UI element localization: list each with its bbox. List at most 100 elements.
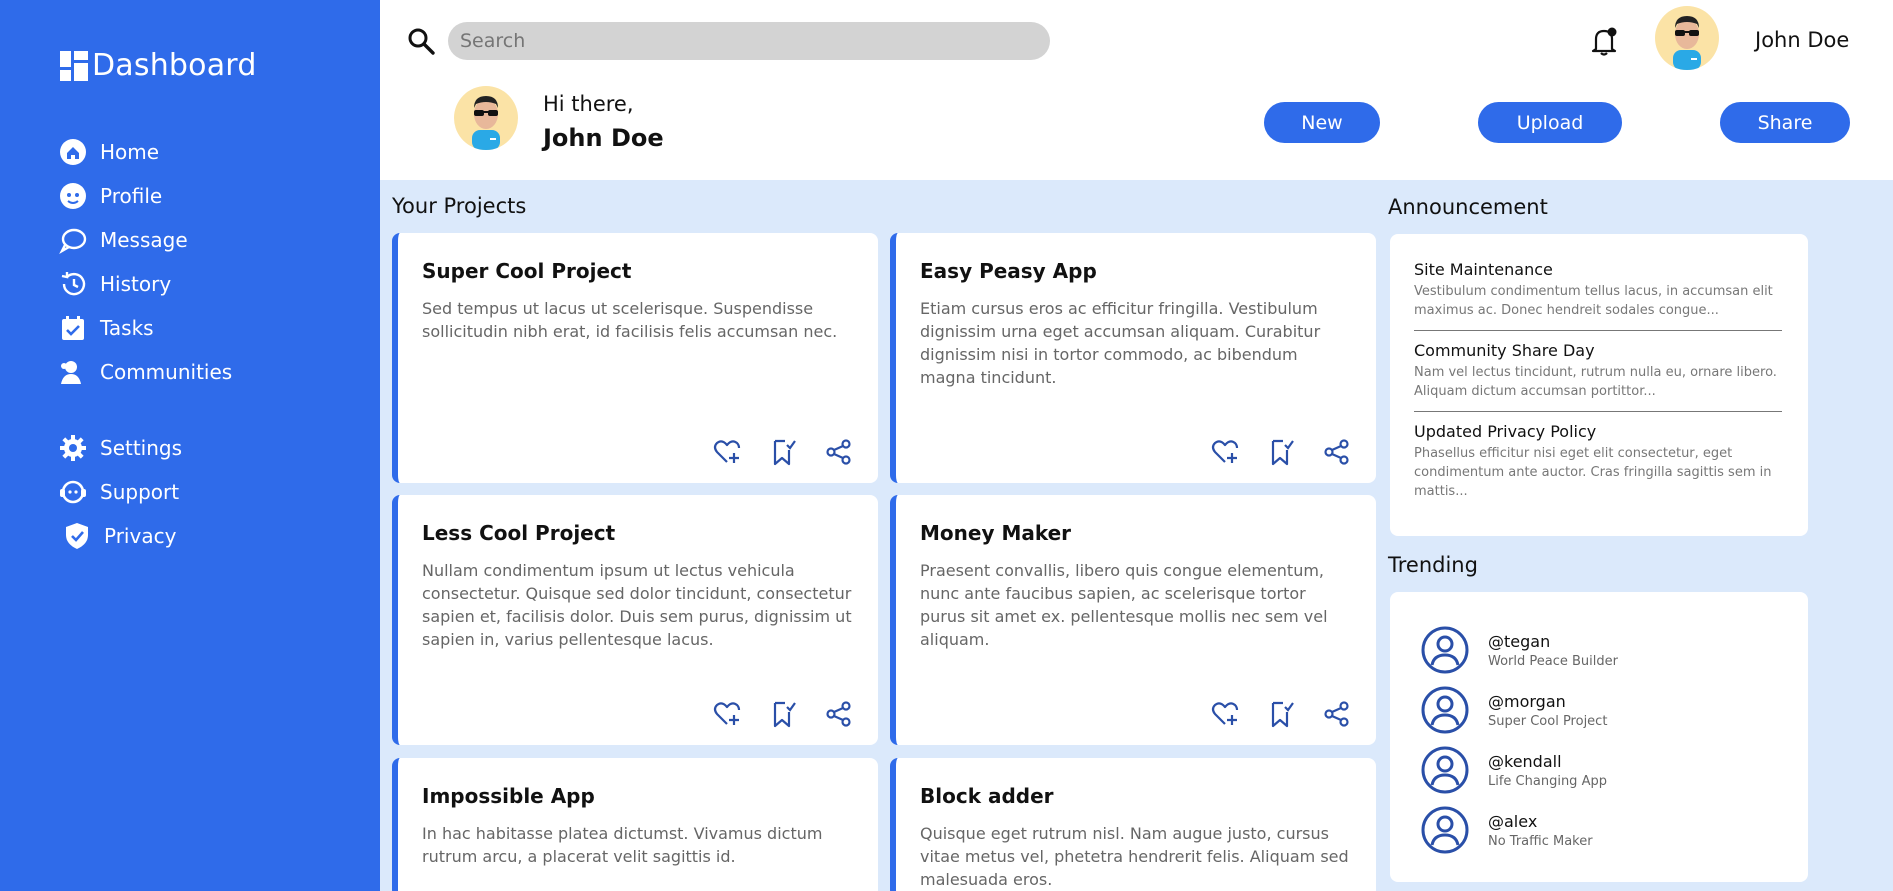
- card-actions: [1210, 699, 1352, 729]
- trending-subtitle: Life Changing App: [1488, 773, 1607, 789]
- sidebar-item-label: Home: [100, 140, 160, 164]
- project-card[interactable]: Easy Peasy App Etiam cursus eros ac effic…: [890, 233, 1376, 483]
- trending-subtitle: No Traffic Maker: [1488, 833, 1593, 849]
- trending-panel: @tegan World Peace Builder @morgan Super C…: [1390, 592, 1808, 882]
- project-title: Block adder: [920, 784, 1054, 808]
- project-card[interactable]: Impossible App In hac habitasse platea di…: [392, 758, 878, 891]
- like-icon[interactable]: [1210, 699, 1240, 729]
- user-circle-icon: [1421, 806, 1469, 854]
- brand[interactable]: Dashboard: [60, 48, 257, 83]
- brand-title: Dashboard: [92, 48, 257, 83]
- sidebar-item-profile[interactable]: Profile: [58, 174, 232, 218]
- project-card[interactable]: Less Cool Project Nullam condimentum ipsu…: [392, 495, 878, 745]
- new-button[interactable]: New: [1264, 102, 1380, 143]
- sidebar-item-tasks[interactable]: Tasks: [58, 306, 232, 350]
- upload-button[interactable]: Upload: [1478, 102, 1622, 143]
- bookmark-icon[interactable]: [768, 437, 798, 467]
- project-title: Less Cool Project: [422, 521, 616, 545]
- trending-subtitle: World Peace Builder: [1488, 653, 1618, 669]
- sidebar-nav-primary: Home Profile Message History Tasks Commu…: [58, 130, 232, 394]
- project-description: Sed tempus ut lacus ut scelerisque. Susp…: [422, 299, 838, 341]
- trending-handle: @morgan: [1488, 691, 1566, 711]
- card-actions: [712, 699, 854, 729]
- trending-user[interactable]: @morgan Super Cool Project: [1420, 680, 1808, 740]
- sidebar: Dashboard Home Profile Message History T…: [0, 0, 380, 891]
- sidebar-item-support[interactable]: Support: [58, 470, 182, 514]
- project-card[interactable]: Block adder Quisque eget rutrum nisl. Nam…: [890, 758, 1376, 891]
- announcement-item[interactable]: Updated Privacy Policy Phasellus efficit…: [1414, 422, 1782, 511]
- support-icon: [58, 477, 88, 507]
- like-icon[interactable]: [712, 437, 742, 467]
- announcement-item-text: Nam vel lectus tincidunt, rutrum nulla e…: [1414, 365, 1777, 399]
- trending-handle: @kendall: [1488, 751, 1562, 771]
- bookmark-icon[interactable]: [1266, 699, 1296, 729]
- greeting-name: John Doe: [543, 124, 664, 152]
- project-card[interactable]: Super Cool Project Sed tempus ut lacus ut…: [392, 233, 878, 483]
- sidebar-item-label: Tasks: [100, 316, 154, 340]
- announcement-item-title: Updated Privacy Policy: [1414, 422, 1597, 441]
- shield-icon: [62, 521, 92, 551]
- bookmark-icon[interactable]: [1266, 437, 1296, 467]
- trending-user[interactable]: @kendall Life Changing App: [1420, 740, 1808, 800]
- project-title: Impossible App: [422, 784, 595, 808]
- profile-icon: [58, 181, 88, 211]
- sidebar-item-label: History: [100, 272, 172, 296]
- trending-user[interactable]: @alex No Traffic Maker: [1420, 800, 1808, 860]
- avatar-image: [1673, 16, 1701, 70]
- announcement-item-text: Phasellus efficitur nisi eget elit conse…: [1414, 446, 1772, 499]
- avatar-image: [472, 96, 500, 150]
- like-icon[interactable]: [712, 699, 742, 729]
- share-button[interactable]: Share: [1720, 102, 1850, 143]
- search-icon[interactable]: [406, 26, 436, 56]
- notification-bell-icon[interactable]: [1587, 24, 1621, 58]
- trending-subtitle: Super Cool Project: [1488, 713, 1608, 729]
- card-actions: [712, 437, 854, 467]
- announcement-item[interactable]: Site Maintenance Vestibulum condimentum …: [1414, 260, 1782, 331]
- bookmark-icon[interactable]: [768, 699, 798, 729]
- announcement-item[interactable]: Community Share Day Nam vel lectus tinci…: [1414, 341, 1782, 412]
- project-description: Nullam condimentum ipsum ut lectus vehic…: [422, 561, 852, 649]
- trending-handle: @tegan: [1488, 631, 1551, 651]
- sidebar-item-privacy[interactable]: Privacy: [58, 514, 182, 558]
- sidebar-item-message[interactable]: Message: [58, 218, 232, 262]
- sidebar-item-history[interactable]: History: [58, 262, 232, 306]
- communities-icon: [58, 357, 88, 387]
- share-icon[interactable]: [1322, 437, 1352, 467]
- greeting-avatar: [454, 86, 518, 150]
- gear-icon: [58, 433, 88, 463]
- greeting-text: Hi there,: [543, 92, 634, 116]
- sidebar-item-home[interactable]: Home: [58, 130, 232, 174]
- sidebar-item-label: Message: [100, 228, 188, 252]
- header: John Doe Hi there, John Doe New Upload S…: [380, 0, 1893, 180]
- share-icon[interactable]: [824, 699, 854, 729]
- sidebar-item-label: Communities: [100, 360, 233, 384]
- user-circle-icon: [1421, 686, 1469, 734]
- share-icon[interactable]: [1322, 699, 1352, 729]
- message-icon: [58, 225, 88, 255]
- sidebar-item-communities[interactable]: Communities: [58, 350, 232, 394]
- announcement-title: Announcement: [1388, 195, 1548, 219]
- project-title: Super Cool Project: [422, 259, 632, 283]
- like-icon[interactable]: [1210, 437, 1240, 467]
- project-title: Money Maker: [920, 521, 1072, 545]
- search-input[interactable]: [448, 22, 1050, 60]
- trending-user[interactable]: @tegan World Peace Builder: [1420, 620, 1808, 680]
- sidebar-item-settings[interactable]: Settings: [58, 426, 182, 470]
- user-circle-icon: [1421, 746, 1469, 794]
- user-name[interactable]: John Doe: [1755, 28, 1849, 52]
- user-circle-icon: [1421, 626, 1469, 674]
- announcement-item-title: Community Share Day: [1414, 341, 1595, 360]
- history-icon: [58, 269, 88, 299]
- project-title: Easy Peasy App: [920, 259, 1097, 283]
- avatar[interactable]: [1655, 6, 1719, 70]
- project-card[interactable]: Money Maker Praesent convallis, libero qu…: [890, 495, 1376, 745]
- sidebar-item-label: Privacy: [104, 524, 177, 548]
- projects-title: Your Projects: [392, 194, 527, 218]
- trending-handle: @alex: [1488, 811, 1538, 831]
- sidebar-item-label: Settings: [100, 436, 183, 460]
- project-description: Quisque eget rutrum nisl. Nam augue just…: [920, 824, 1349, 889]
- sidebar-nav-secondary: Settings Support Privacy: [58, 426, 182, 558]
- share-icon[interactable]: [824, 437, 854, 467]
- home-icon: [58, 137, 88, 167]
- tasks-icon: [58, 313, 88, 343]
